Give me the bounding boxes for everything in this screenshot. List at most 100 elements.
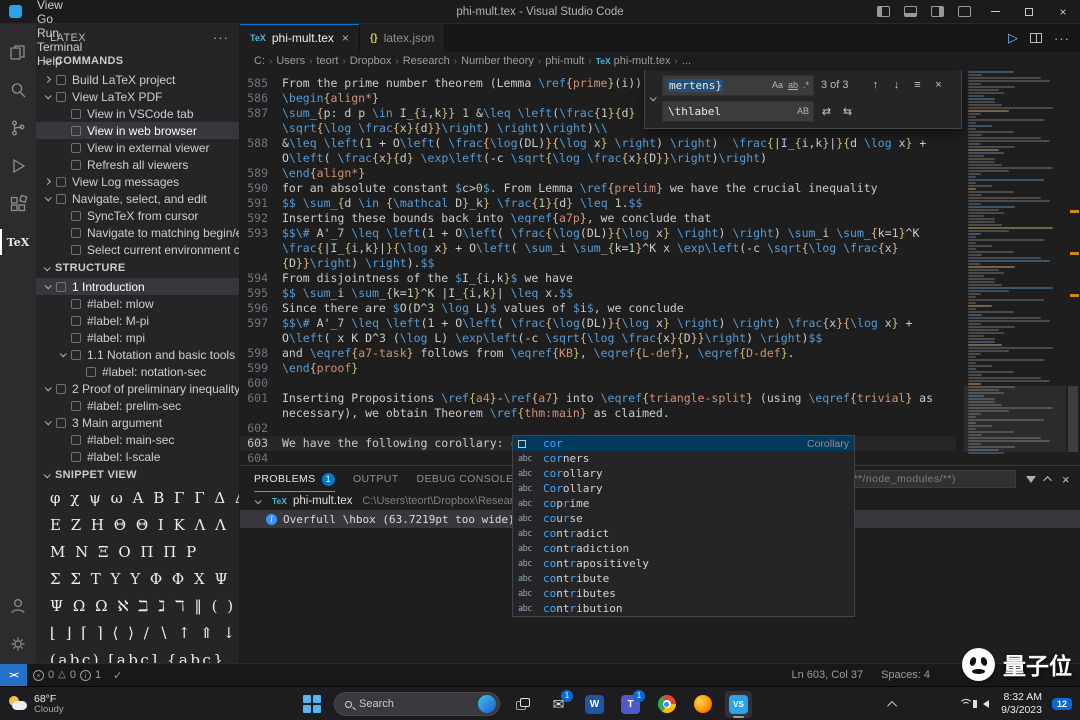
find-in-selection-icon[interactable]: ≡ (909, 77, 926, 94)
previous-match-icon[interactable]: ↑ (867, 77, 884, 94)
suggestion-item[interactable]: abc Corollary (513, 481, 854, 496)
sidebar-item[interactable]: View in external viewer (36, 139, 239, 156)
section-header-1[interactable]: STRUCTURE (36, 258, 239, 278)
code-line[interactable]: 592 Inserting these bounds back into \eqr… (240, 211, 956, 226)
menu-item-help[interactable]: Help (30, 54, 93, 68)
scrollbar-slider[interactable] (1068, 386, 1078, 452)
filter-icon[interactable] (1026, 475, 1036, 483)
line-number[interactable]: 595 (240, 286, 282, 301)
firefox-app-button[interactable] (689, 691, 716, 718)
weather-widget[interactable]: 68°F Cloudy (8, 687, 64, 720)
suggestion-item[interactable]: abc contribute (513, 571, 854, 586)
minimap-slider[interactable] (964, 386, 1066, 452)
menu-item-view[interactable]: View (30, 0, 93, 12)
breadcrumb-item[interactable]: Users (276, 55, 305, 67)
volume-icon[interactable] (973, 700, 990, 708)
latex-workshop-icon[interactable]: TeX (0, 223, 36, 261)
line-number[interactable]: 599 (240, 361, 282, 376)
menu-item-go[interactable]: Go (30, 12, 93, 26)
line-number[interactable]: 592 (240, 211, 282, 226)
line-content[interactable] (282, 421, 956, 436)
sidebar-item[interactable]: 1.1 Notation and basic tools (36, 346, 239, 363)
sidebar-item[interactable]: View LaTeX PDF (36, 88, 239, 105)
line-number[interactable]: 604 (240, 451, 282, 466)
maximize-button[interactable] (1012, 0, 1046, 23)
customize-layout-icon[interactable] (958, 6, 971, 17)
sidebar-item[interactable]: View in VSCode tab (36, 105, 239, 122)
line-number[interactable]: 590 (240, 181, 282, 196)
breadcrumb-item[interactable]: TeX phi-mult.tex (596, 55, 671, 67)
replace-one-icon[interactable]: ⇄ (818, 103, 835, 120)
replace-all-icon[interactable]: ⇆ (839, 103, 856, 120)
suggestion-item[interactable]: abc corollary (513, 466, 854, 481)
code-line[interactable]: 591 $$ \sum_{d \in {\mathcal D}_k} \frac{… (240, 196, 956, 211)
line-number[interactable]: 600 (240, 376, 282, 391)
cursor-position[interactable]: Ln 603, Col 37 (792, 669, 864, 681)
line-content[interactable]: \end{proof} (282, 361, 956, 376)
line-number[interactable]: 597 (240, 316, 282, 346)
mail-app-button[interactable]: ✉ 1 (545, 689, 573, 718)
find-input[interactable]: mertens} Aa ab .* (662, 74, 814, 96)
code-editor[interactable]: 585 From the prime number theorem (Lemma … (240, 70, 1080, 617)
sidebar-item[interactable]: #label: l-scale (36, 448, 239, 465)
sidebar-item[interactable]: #label: mpi (36, 329, 239, 346)
sidebar-item[interactable]: Navigate, select, and edit (36, 190, 239, 207)
close-panel-icon[interactable]: × (1062, 472, 1070, 487)
account-icon[interactable] (0, 587, 36, 625)
line-number[interactable]: 601 (240, 391, 282, 421)
section-header-2[interactable]: SNIPPET VIEW (36, 465, 239, 485)
breadcrumb-item[interactable]: Research (403, 55, 450, 67)
line-number[interactable]: 585 (240, 76, 282, 91)
teams-app-button[interactable]: T1 (617, 689, 645, 718)
line-content[interactable]: Inserting these bounds back into \eqref{… (282, 211, 956, 226)
line-content[interactable]: and \eqref{a7-task} follows from \eqref{… (282, 346, 956, 361)
sidebar-item[interactable]: 2 Proof of preliminary inequality (36, 380, 239, 397)
code-line[interactable]: 590 for an absolute constant $c>0$. From … (240, 181, 956, 196)
minimap[interactable] (964, 70, 1066, 465)
line-content[interactable]: Since there are $O(D^3 \log L)$ values o… (282, 301, 956, 316)
sidebar-item[interactable]: #label: M-pi (36, 312, 239, 329)
code-line[interactable]: 602 (240, 421, 956, 436)
tab-phi-mult.tex[interactable]: TeX phi-mult.tex × (240, 24, 360, 52)
sidebar-item[interactable]: Select current environment conte... (36, 241, 239, 258)
menu-item-run[interactable]: Run (30, 26, 93, 40)
minimize-button[interactable] (978, 0, 1012, 23)
code-lines[interactable]: 585 From the prime number theorem (Lemma … (240, 76, 956, 466)
line-content[interactable]: $$\# A'_7 \leq \left(1 + O\left( \frac{\… (282, 316, 956, 346)
line-content[interactable] (282, 376, 956, 391)
maximize-panel-icon[interactable] (1043, 476, 1052, 485)
sidebar-item[interactable]: #label: prelim-sec (36, 397, 239, 414)
close-tab-icon[interactable]: × (342, 31, 349, 45)
sidebar-item[interactable]: Navigate to matching begin/end (36, 224, 239, 241)
editor-more-actions-icon[interactable]: ··· (1054, 31, 1070, 46)
problems-status[interactable]: × 0 △ 0 i 1 (27, 664, 107, 686)
line-number[interactable]: 603 (240, 436, 282, 451)
sidebar-item[interactable]: View in web browser (36, 122, 239, 139)
breadcrumb-item[interactable]: C: (254, 55, 265, 67)
code-line[interactable]: 594 From disjointness of the $I_{i,k}$ we… (240, 271, 956, 286)
suggestion-item[interactable]: abc contrapositively (513, 556, 854, 571)
line-number[interactable]: 598 (240, 346, 282, 361)
line-number[interactable]: 594 (240, 271, 282, 286)
sidebar-item[interactable]: #label: main-sec (36, 431, 239, 448)
snippet-row[interactable]: Ε Ζ Η Θ Θ Ι Κ Λ Λ (36, 512, 239, 539)
vscode-app-button[interactable]: VS (725, 690, 752, 718)
snippet-row[interactable]: (abc) [abc] {abc} (36, 647, 239, 663)
sidebar-item[interactable]: #label: notation-sec (36, 363, 239, 380)
tray-chevron-icon[interactable] (887, 700, 898, 711)
snippet-row[interactable]: φ χ ψ ω Α Β Γ Γ Δ Δ (36, 485, 239, 512)
line-content[interactable]: for an absolute constant $c>0$. From Lem… (282, 181, 956, 196)
sidebar-item[interactable]: Build LaTeX project (36, 71, 239, 88)
extensions-icon[interactable] (0, 185, 36, 223)
line-number[interactable]: 593 (240, 226, 282, 271)
menu-item-terminal[interactable]: Terminal (30, 40, 93, 54)
code-line[interactable]: 599 \end{proof} (240, 361, 956, 376)
sidebar-item[interactable]: Refresh all viewers (36, 156, 239, 173)
close-find-icon[interactable]: × (930, 77, 947, 94)
line-number[interactable]: 596 (240, 301, 282, 316)
notification-badge[interactable]: 12 (1051, 698, 1072, 710)
regex-icon[interactable]: .* (802, 80, 810, 90)
sidebar-item[interactable]: SyncTeX from cursor (36, 207, 239, 224)
sidebar-item[interactable]: 1 Introduction (36, 278, 239, 295)
task-view-button[interactable] (509, 691, 536, 718)
